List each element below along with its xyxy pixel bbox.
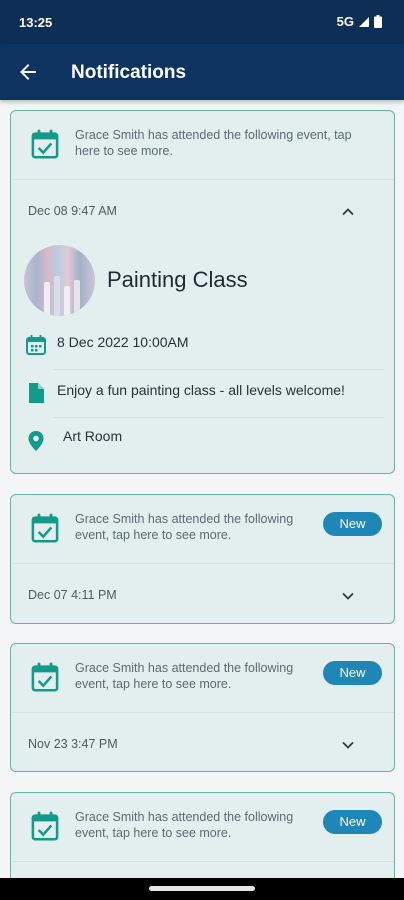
app-bar: Notifications (0, 44, 404, 100)
status-time: 13:25 (19, 15, 53, 30)
calendar-check-icon (31, 513, 59, 543)
event-location: Art Room (63, 428, 123, 444)
battery-icon (374, 15, 382, 28)
status-icons: 5G (337, 14, 382, 29)
event-image (24, 245, 95, 316)
page-title: Notifications (71, 62, 187, 83)
new-badge: New (323, 810, 382, 834)
navigation-bar (0, 878, 404, 900)
new-badge: New (323, 661, 382, 685)
notification-message: Grace Smith has attended the following e… (75, 128, 352, 158)
calendar-check-icon (31, 811, 59, 841)
chevron-up-icon[interactable] (340, 204, 356, 220)
notification-message: Grace Smith has attended the following e… (75, 512, 294, 542)
notification-date: Dec 08 9:47 AM (28, 204, 117, 218)
event-date-row: 8 Dec 2022 10:00AM (25, 322, 385, 370)
calendar-check-icon (31, 662, 59, 692)
event-location-row: Art Room (25, 418, 385, 466)
document-icon (29, 383, 44, 403)
notification-card[interactable]: Grace Smith has attended the following e… (10, 110, 395, 474)
chevron-down-icon[interactable] (340, 737, 356, 753)
calendar-check-icon (31, 129, 59, 159)
new-badge: New (323, 512, 382, 536)
notification-message: Grace Smith has attended the following e… (75, 810, 294, 840)
event-description-row: Enjoy a fun painting class - all levels … (25, 370, 385, 418)
event-description: Enjoy a fun painting class - all levels … (57, 382, 345, 398)
notification-card[interactable]: Grace Smith has attended the following e… (10, 494, 395, 624)
event-title: Painting Class (107, 267, 248, 292)
network-label: 5G (336, 14, 354, 29)
back-arrow-icon[interactable] (16, 60, 40, 84)
location-pin-icon (28, 431, 44, 451)
event-datetime: 8 Dec 2022 10:00AM (57, 334, 189, 350)
calendar-icon (26, 335, 46, 355)
signal-icon (359, 16, 369, 27)
event-detail: Painting Class 8 Dec 2022 10:00AM Enjoy (11, 243, 394, 475)
status-bar: 13:25 5G (0, 0, 404, 44)
notification-message: Grace Smith has attended the following e… (75, 661, 294, 691)
notification-date: Dec 07 4:11 PM (28, 588, 117, 602)
notification-card[interactable]: Grace Smith has attended the following e… (10, 643, 395, 772)
chevron-down-icon[interactable] (340, 588, 356, 604)
home-gesture-handle[interactable] (149, 886, 255, 891)
notification-date: Nov 23 3:47 PM (28, 737, 118, 751)
